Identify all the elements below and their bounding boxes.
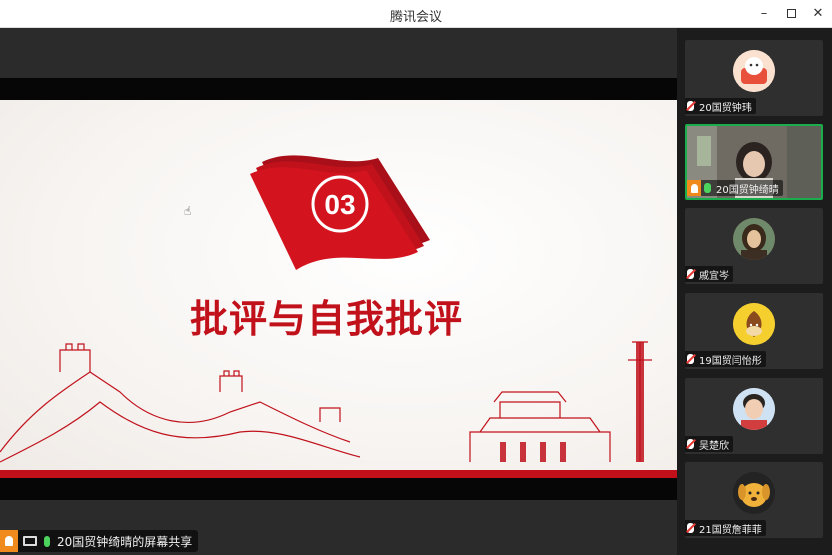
maximize-button[interactable] xyxy=(781,4,801,24)
participant-name: 戚宜岑 xyxy=(699,270,729,282)
letterbox-bottom xyxy=(0,478,677,500)
participant-name: 吴楚欣 xyxy=(699,440,729,452)
child-photo-avatar xyxy=(733,388,775,430)
screen-share-status-bar[interactable]: 20国贸钟绮晴的屏幕共享 xyxy=(0,530,199,552)
microphone-on-icon[interactable] xyxy=(704,183,711,193)
red-flag-graphic: 03 xyxy=(250,155,430,270)
microphone-on-icon xyxy=(44,535,50,547)
chestnut-emoji-avatar xyxy=(733,303,775,345)
participant-name: 19国贸闫怡彤 xyxy=(699,355,762,367)
participant-name: 20国贸钟玮 xyxy=(699,102,752,114)
microphone-muted-icon[interactable] xyxy=(687,101,694,111)
participant-name-bar: 21国贸詹菲菲 xyxy=(685,520,766,536)
microphone-muted-icon[interactable] xyxy=(687,523,694,533)
painting-portrait-avatar xyxy=(733,218,775,260)
screen-share-area[interactable]: 03 批评与自我批评 ☝ xyxy=(0,28,677,555)
title-bar: 腾讯会议 – ✕ xyxy=(0,0,832,28)
host-user-icon xyxy=(0,530,18,552)
microphone-muted-icon[interactable] xyxy=(687,439,694,449)
participant-name: 20国贸钟绮晴 xyxy=(716,184,779,196)
participant-sidebar[interactable]: 20国贸钟玮 20国贸钟绮晴 戚宜岑 19国贸闫怡彤 吴楚欣 21国贸詹菲菲 xyxy=(677,28,832,555)
participant-name-bar: 戚宜岑 xyxy=(685,266,733,282)
window-title: 腾讯会议 xyxy=(389,10,442,25)
participant-name: 21国贸詹菲菲 xyxy=(699,524,762,536)
maximize-icon xyxy=(786,9,796,18)
mouse-cursor-icon: ☝ xyxy=(184,204,192,218)
microphone-muted-icon[interactable] xyxy=(687,269,694,279)
host-user-icon xyxy=(687,180,701,196)
participant-name-bar: 20国贸钟绮晴 xyxy=(687,180,783,196)
letterbox-top xyxy=(0,78,677,100)
participant-name-bar: 吴楚欣 xyxy=(685,436,733,452)
share-status-label: 20国贸钟绮晴的屏幕共享 xyxy=(57,534,193,549)
presentation-slide: 03 批评与自我批评 ☝ xyxy=(0,100,677,478)
participant-tile[interactable]: 19国贸闫怡彤 xyxy=(685,293,823,369)
yellow-dog-avatar xyxy=(733,472,775,514)
participant-tile[interactable]: 吴楚欣 xyxy=(685,378,823,454)
slide-number: 03 xyxy=(324,189,355,220)
screen-share-icon xyxy=(23,536,37,546)
participant-tile[interactable]: 20国贸钟玮 xyxy=(685,40,823,116)
participant-name-bar: 20国贸钟玮 xyxy=(685,98,756,114)
cartoon-cat-avatar xyxy=(733,50,775,92)
close-button[interactable]: ✕ xyxy=(808,4,828,24)
participant-tile-active-speaker[interactable]: 20国贸钟绮晴 xyxy=(685,124,823,200)
great-wall-illustration xyxy=(0,341,652,463)
slide-footer-stripe xyxy=(0,470,677,478)
participant-name-bar: 19国贸闫怡彤 xyxy=(685,351,766,367)
participant-tile[interactable]: 戚宜岑 xyxy=(685,208,823,284)
microphone-muted-icon[interactable] xyxy=(687,354,694,364)
participant-tile[interactable]: 21国贸詹菲菲 xyxy=(685,462,823,538)
minimize-button[interactable]: – xyxy=(754,4,774,24)
